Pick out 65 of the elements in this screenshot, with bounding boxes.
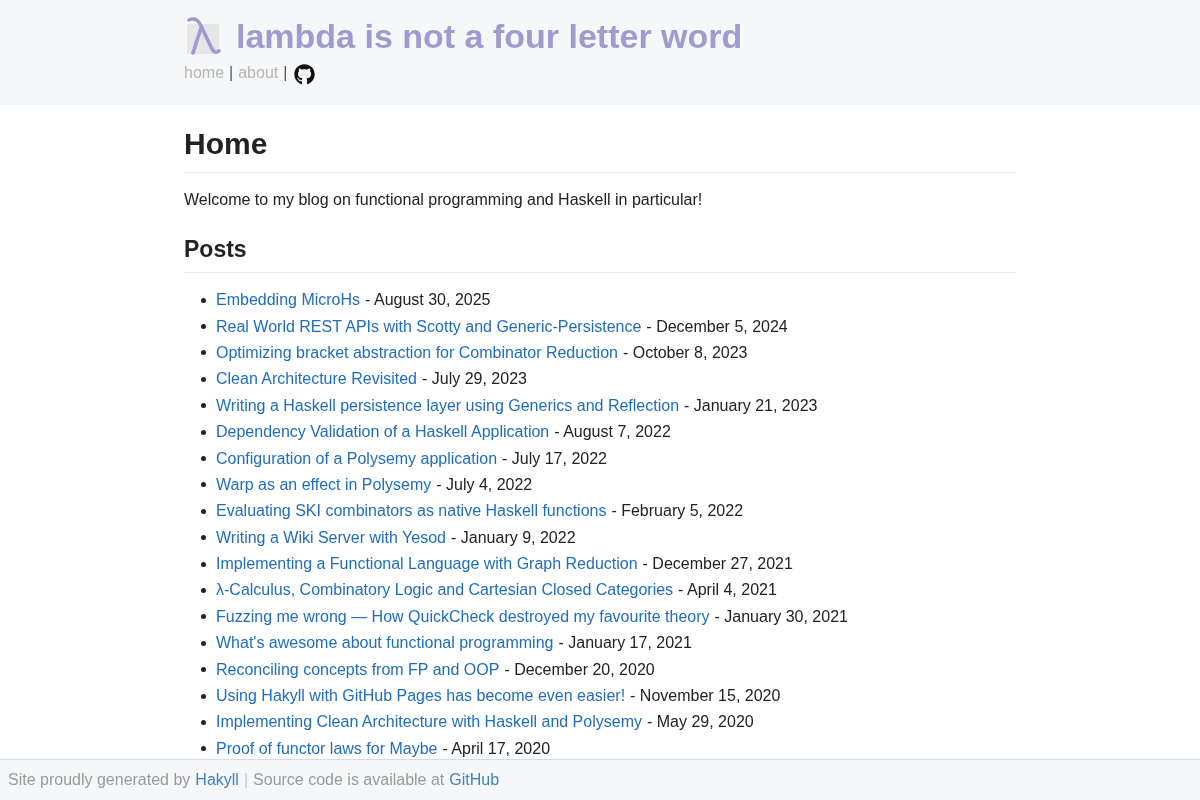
post-link[interactable]: Configuration of a Polysemy application [216,449,498,468]
bullet-icon [201,614,206,620]
bullet-icon [201,719,206,725]
bullet-icon [201,693,206,699]
post-link[interactable]: Embedding MicroHs [216,291,361,310]
footer-link[interactable]: GitHub [449,771,500,789]
bullet-icon [201,403,206,409]
post-link[interactable]: Writing a Haskell persistence layer using Generics and Reflection [216,396,680,415]
post-date: - December 27, 2021 [642,555,793,574]
post-date: - February 5, 2022 [611,502,744,521]
post-date: - January 17, 2021 [558,634,692,653]
bullet-icon [201,667,206,673]
post-link[interactable]: Writing a Wiki Server with Yesod [216,528,446,547]
post-link[interactable]: Warp as an effect in Polysemy [216,475,432,494]
section-heading: Posts [184,211,1016,273]
bullet-icon [201,429,206,435]
intro-text: Welcome to my blog on functional programming and Haskell in particular! [184,190,704,210]
nav-separator: | [229,63,234,83]
post-date: - July 29, 2023 [422,370,527,389]
post-link[interactable]: Implementing Clean Architecture with Haskell and Polysemy [216,713,642,732]
bullet-icon [201,376,206,382]
github-icon[interactable] [294,64,316,85]
post-date: - July 17, 2022 [502,449,607,468]
post-date: - August 30, 2025 [365,291,491,310]
post-date: - December 20, 2020 [504,660,655,679]
post-link[interactable]: Reconciling concepts from FP and OOP [216,660,500,679]
post-link[interactable]: λ-Calculus, Combinatory Logic and Cartesian Closed Categories [216,581,674,600]
post-link[interactable]: What's awesome about functional programming [216,634,554,653]
post-link[interactable]: Implementing a Functional Language with Graph Reduction [216,555,638,574]
footer-text: Source code is available at [253,771,445,789]
bullet-icon [201,588,206,593]
post-link[interactable]: Fuzzing me wrong — How QuickCheck destroyed my favourite theory [216,607,710,626]
page-heading: Home [184,105,1016,173]
bullet-icon [201,456,206,462]
post-link[interactable]: Real World REST APIs with Scotty and Generic-Persistence [216,317,642,336]
post-date: - July 4, 2022 [436,475,533,494]
post-link[interactable]: Proof of functor laws for Maybe [216,739,438,758]
bullet-icon [201,640,206,646]
post-date: - April 17, 2020 [442,739,551,758]
bullet-icon [201,324,206,330]
post-date: - January 21, 2023 [684,396,818,415]
footer-link[interactable]: Hakyll [195,771,239,789]
post-link[interactable]: Using Hakyll with GitHub Pages has become even easier! [216,687,626,706]
post-link[interactable]: Evaluating SKI combinators as native Haskell functions [216,502,607,521]
post-date: - May 29, 2020 [646,713,754,732]
post-link[interactable]: Clean Architecture Revisited [216,370,417,389]
post-date: - January 30, 2021 [714,607,848,626]
footer-separator: | [243,771,249,789]
bullet-icon [201,508,206,514]
bullet-icon [201,535,206,541]
post-date: - August 7, 2022 [554,423,671,442]
bullet-icon [201,482,206,488]
nav-separator: | [283,63,288,83]
post-link[interactable]: Dependency Validation of a Haskell Application [216,423,550,442]
bullet-icon [201,297,206,303]
bullet-icon [201,746,206,752]
post-date: - November 15, 2020 [630,687,781,706]
post-link[interactable]: Optimizing bracket abstraction for Combinator Reduction [216,343,618,362]
post-date: - October 8, 2023 [622,343,748,362]
bullet-icon [201,350,206,356]
post-date: - January 9, 2022 [451,528,576,547]
footer-text: Site proudly generated by [8,771,191,789]
post-date: - April 4, 2021 [678,581,777,600]
bullet-icon [201,561,206,567]
post-date: - December 5, 2024 [646,317,788,336]
